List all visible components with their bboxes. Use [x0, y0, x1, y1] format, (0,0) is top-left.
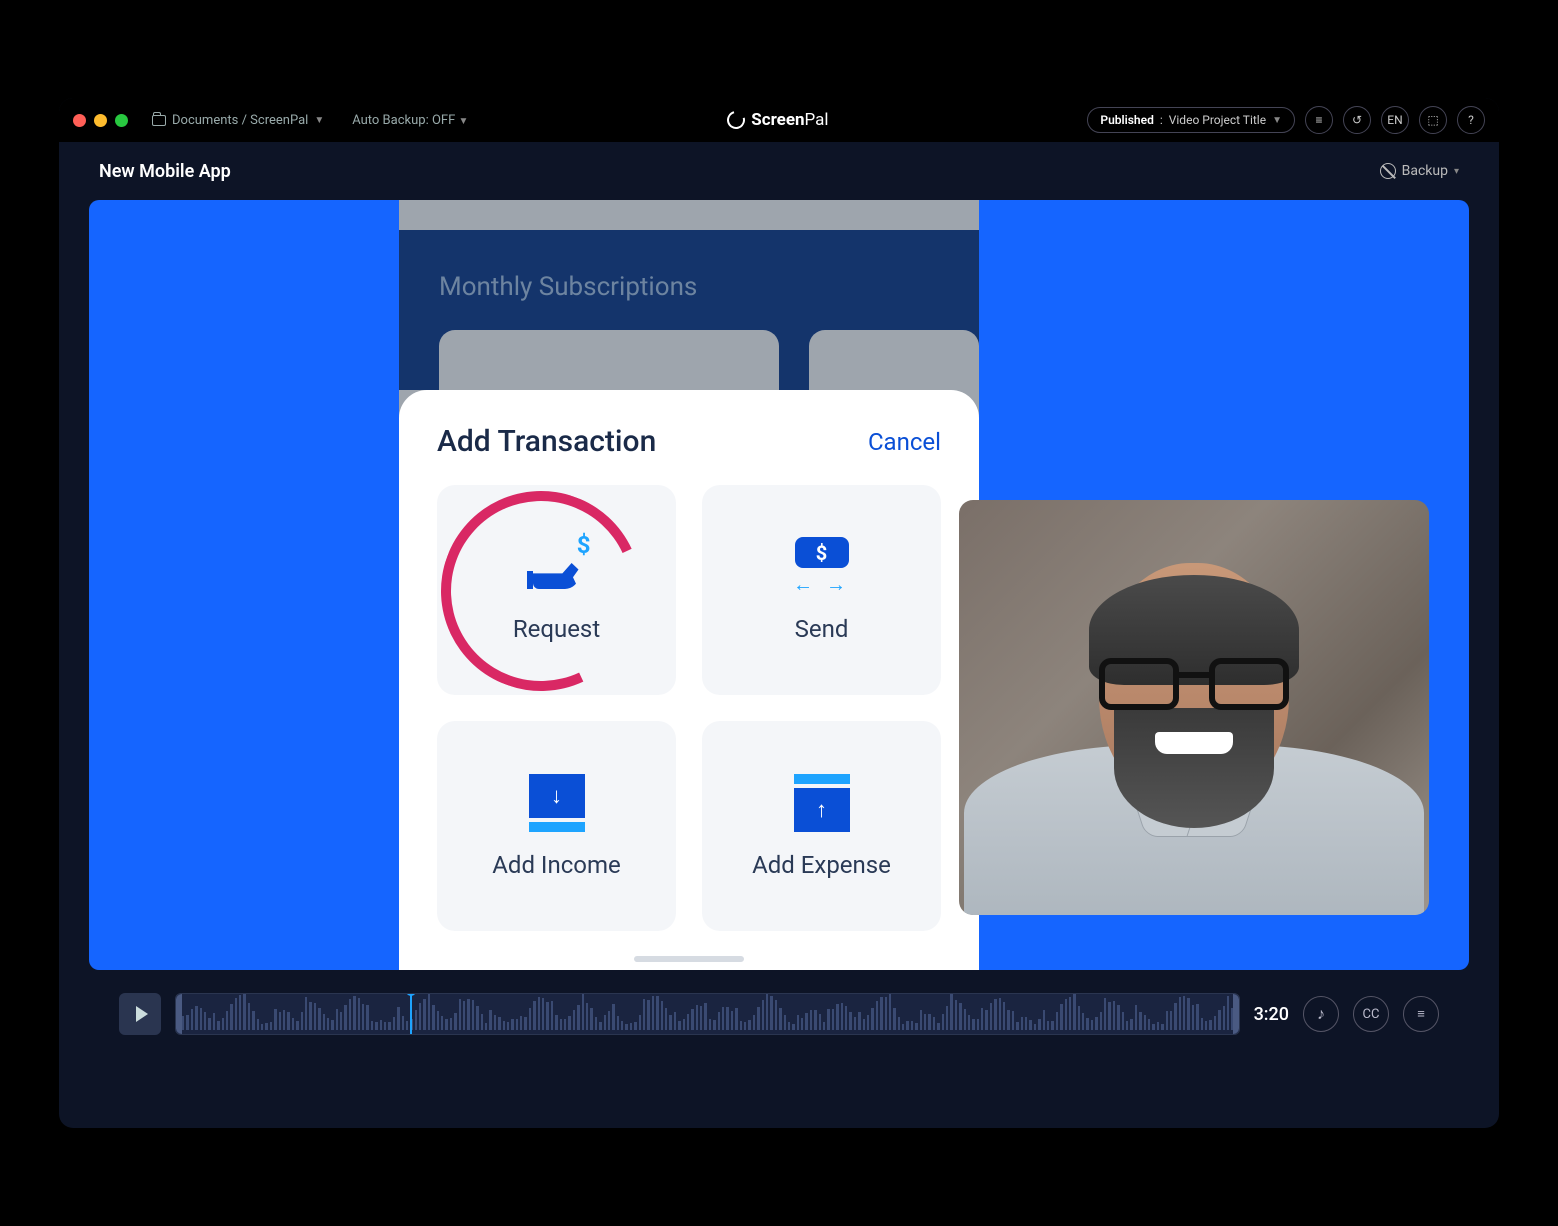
- breadcrumb-text: Documents / ScreenPal: [172, 113, 308, 128]
- layers-icon: ⬚: [1427, 113, 1438, 127]
- annotation-circle: [413, 463, 669, 719]
- autobackup-toggle[interactable]: Auto Backup: OFF ▼: [352, 113, 468, 128]
- music-button[interactable]: ♪: [1303, 996, 1339, 1032]
- timeline-track[interactable]: 1:08.00: [175, 993, 1240, 1035]
- stage-wrap: Monthly Subscriptions Add Transaction Ca…: [59, 200, 1499, 1128]
- layers-button[interactable]: ⬚: [1419, 106, 1447, 134]
- waveform: [176, 994, 1239, 1034]
- section-heading: Monthly Subscriptions: [439, 272, 697, 302]
- music-icon: ♪: [1317, 1004, 1325, 1024]
- play-icon: [136, 1006, 148, 1022]
- chevron-down-icon: ▾: [1454, 166, 1459, 177]
- playlist-button[interactable]: ≡: [1305, 106, 1333, 134]
- breadcrumb[interactable]: Documents / ScreenPal ▼: [152, 113, 324, 128]
- income-icon: ↓: [522, 773, 592, 833]
- chevron-down-icon: ▼: [314, 115, 324, 126]
- language-label: EN: [1387, 113, 1402, 127]
- play-button[interactable]: [119, 993, 161, 1035]
- minimize-window-button[interactable]: [94, 114, 107, 127]
- autobackup-state: OFF: [432, 113, 455, 128]
- duration-label: 3:20: [1254, 1004, 1289, 1025]
- add-transaction-modal: Add Transaction Cancel $ Request $: [399, 390, 979, 970]
- trim-handle-right[interactable]: [1233, 994, 1239, 1034]
- playhead[interactable]: [410, 993, 412, 1035]
- backup-button[interactable]: Backup ▾: [1380, 163, 1459, 179]
- maximize-window-button[interactable]: [115, 114, 128, 127]
- title-row: New Mobile App Backup ▾: [59, 142, 1499, 200]
- modal-title: Add Transaction: [437, 424, 656, 459]
- menubar: Documents / ScreenPal ▼ Auto Backup: OFF…: [59, 98, 1499, 142]
- close-window-button[interactable]: [73, 114, 86, 127]
- tx-income-card[interactable]: ↓ Add Income: [437, 721, 676, 931]
- disabled-icon: [1380, 163, 1396, 179]
- tx-send-card[interactable]: $ ← → Send: [702, 485, 941, 695]
- publish-title: Video Project Title: [1169, 113, 1266, 127]
- logo-text-b: Pal: [805, 110, 829, 130]
- timeline-menu-button[interactable]: ≡: [1403, 996, 1439, 1032]
- folder-icon: [152, 115, 166, 126]
- chevron-down-icon: ▼: [1272, 115, 1282, 126]
- cancel-button[interactable]: Cancel: [868, 428, 941, 456]
- history-button[interactable]: ↺: [1343, 106, 1371, 134]
- publish-label: Published: [1100, 113, 1153, 127]
- captions-button[interactable]: CC: [1353, 996, 1389, 1032]
- autobackup-label: Auto Backup:: [352, 113, 432, 128]
- playlist-icon: ≡: [1315, 113, 1322, 127]
- request-icon: $: [522, 537, 592, 597]
- app-window: Documents / ScreenPal ▼ Auto Backup: OFF…: [59, 98, 1499, 1128]
- webcam-overlay[interactable]: [959, 500, 1429, 915]
- tx-label: Add Income: [492, 851, 620, 879]
- tx-label: Send: [795, 615, 849, 643]
- help-icon: ?: [1468, 113, 1474, 127]
- app-logo: ScreenPal: [727, 110, 828, 130]
- history-icon: ↺: [1352, 113, 1362, 127]
- tx-expense-card[interactable]: ↑ Add Expense: [702, 721, 941, 931]
- logo-text-a: Screen: [751, 110, 804, 130]
- chevron-down-icon: ▼: [459, 116, 469, 127]
- presenter-person: [959, 500, 1429, 915]
- expense-icon: ↑: [787, 773, 857, 833]
- tx-request-card[interactable]: $ Request: [437, 485, 676, 695]
- tx-label: Add Expense: [752, 851, 891, 879]
- sheet-handle[interactable]: [634, 956, 744, 962]
- cc-label: CC: [1363, 1007, 1380, 1022]
- backup-label: Backup: [1402, 163, 1448, 179]
- window-controls: [73, 114, 128, 127]
- help-button[interactable]: ?: [1457, 106, 1485, 134]
- timeline: 1:08.00 3:20 ♪ CC ≡: [119, 984, 1439, 1044]
- language-button[interactable]: EN: [1381, 106, 1409, 134]
- logo-swirl-icon: [724, 108, 749, 133]
- send-icon: $ ← →: [787, 537, 857, 597]
- project-title: New Mobile App: [99, 161, 231, 182]
- menu-icon: ≡: [1417, 1006, 1425, 1022]
- publish-dropdown[interactable]: Published: Video Project Title ▼: [1087, 107, 1295, 133]
- video-stage[interactable]: Monthly Subscriptions Add Transaction Ca…: [89, 200, 1469, 970]
